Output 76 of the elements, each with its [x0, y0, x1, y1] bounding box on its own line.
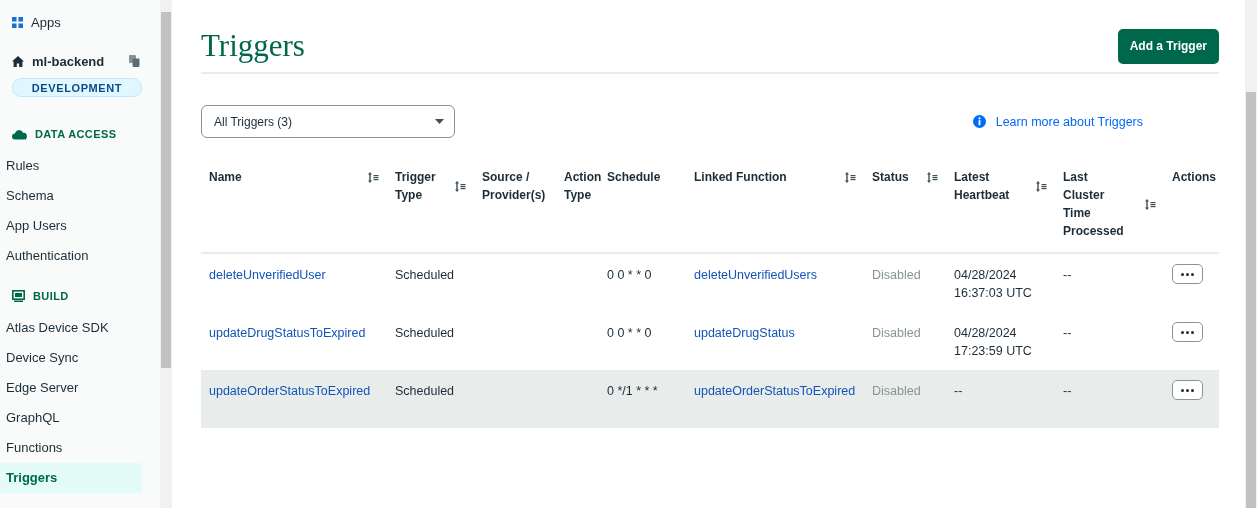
sidebar-item[interactable]: Schema	[0, 181, 142, 211]
column-header: Source / Provider(s)	[482, 169, 547, 204]
more-actions-button[interactable]	[1172, 322, 1203, 342]
table-cell: Scheduled	[395, 384, 455, 398]
section-heading: DATA ACCESS	[35, 128, 117, 140]
status-text: Disabled	[872, 384, 921, 398]
page-title: Triggers	[201, 28, 305, 64]
ellipsis-icon	[1181, 272, 1194, 276]
monitor-icon	[12, 290, 25, 302]
function-link[interactable]: updateOrderStatusToExpired	[694, 384, 856, 398]
table-cell: Scheduled	[395, 326, 455, 340]
sidebar-item[interactable]: Rules	[0, 151, 142, 181]
sort-icon[interactable]	[1145, 198, 1156, 210]
apps-link[interactable]: Apps	[31, 14, 61, 30]
app-name: ml-backend	[32, 53, 105, 69]
table-cell: --	[1063, 326, 1072, 340]
more-actions-button[interactable]	[1172, 380, 1203, 400]
environment-badge: DEVELOPMENT	[12, 78, 142, 97]
column-header[interactable]: Name	[209, 168, 242, 186]
scrollbar[interactable]	[1245, 0, 1257, 508]
table-cell: --	[1063, 384, 1072, 398]
scrollbar-thumb[interactable]	[1246, 92, 1256, 508]
function-link[interactable]: deleteUnverifiedUsers	[694, 268, 817, 282]
home-icon	[12, 55, 24, 67]
caret-icon	[435, 119, 444, 124]
sidebar-item[interactable]: Atlas Device SDK	[0, 313, 142, 343]
section-heading: BUILD	[33, 290, 69, 302]
table-row[interactable]: deleteUnverifiedUser Scheduled 0 0 * * 0 deleteUnverifiedUsers Disabled 04/28/2024 16:37:03 UTC --	[201, 254, 1219, 312]
cloud-icon	[12, 128, 27, 140]
ellipsis-icon	[1181, 330, 1194, 334]
add-trigger-button[interactable]: Add a Trigger	[1117, 28, 1219, 64]
column-header[interactable]: Linked Function	[694, 168, 787, 186]
sort-icon[interactable]	[845, 171, 856, 183]
sidebar-item[interactable]: Authentication	[0, 241, 142, 271]
trigger-name-link[interactable]: updateOrderStatusToExpired	[209, 384, 371, 398]
column-header: Action Type	[564, 169, 602, 204]
table-row[interactable]: updateDrugStatusToExpired Scheduled 0 0 * * 0 updateDrugStatus Disabled 04/28/2024 17:23:59 UTC --	[201, 312, 1219, 370]
copy-icon[interactable]	[129, 55, 140, 67]
info-icon	[972, 115, 986, 128]
sidebar-item[interactable]: Functions	[0, 433, 142, 463]
sidebar-item[interactable]: Device Sync	[0, 343, 142, 373]
status-text: Disabled	[872, 268, 921, 282]
more-actions-button[interactable]	[1172, 264, 1203, 284]
scrollbar-thumb[interactable]	[161, 12, 171, 368]
table-cell: 0 0 * * 0	[607, 268, 652, 282]
sidebar-item[interactable]: Triggers	[0, 463, 142, 493]
learn-more-link[interactable]: Learn more about Triggers	[995, 114, 1143, 129]
sort-icon[interactable]	[1036, 180, 1047, 192]
sort-icon[interactable]	[455, 180, 466, 192]
table-cell-text: 04/28/2024 17:23:59 UTC	[954, 325, 1033, 360]
sort-icon[interactable]	[368, 171, 379, 183]
column-header[interactable]: Last Cluster Time Processed	[1063, 168, 1129, 240]
table-cell-text: 04/28/2024 16:37:03 UTC	[954, 267, 1033, 302]
highlighted-table-row[interactable]: updateOrderStatusToExpired Scheduled 0 */1 * * * updateOrderStatusToExpired Disabled -- --	[201, 370, 1219, 428]
trigger-name-link[interactable]: deleteUnverifiedUser	[209, 268, 326, 282]
table-cell-text: --	[954, 383, 964, 400]
sidebar-item[interactable]: App Users	[0, 211, 142, 241]
column-header[interactable]: Status	[872, 168, 909, 186]
column-header[interactable]: Trigger Type	[395, 168, 436, 204]
column-header[interactable]: Latest Heartbeat	[954, 168, 1026, 204]
sidebar-item[interactable]: Edge Server	[0, 373, 142, 403]
sidebar-item[interactable]: GraphQL	[0, 403, 142, 433]
status-text: Disabled	[872, 326, 921, 340]
function-link[interactable]: updateDrugStatus	[694, 326, 795, 340]
apps-icon	[12, 16, 23, 28]
scrollbar[interactable]	[160, 0, 172, 508]
table-cell: 0 */1 * * *	[607, 384, 658, 398]
column-header: Actions	[1172, 169, 1216, 186]
column-header: Schedule	[607, 169, 661, 186]
table-cell: Scheduled	[395, 268, 455, 282]
sort-icon[interactable]	[927, 171, 938, 183]
table-cell: --	[1063, 268, 1072, 282]
trigger-name-link[interactable]: updateDrugStatusToExpired	[209, 326, 366, 340]
ellipsis-icon	[1181, 388, 1194, 392]
table-cell: 0 0 * * 0	[607, 326, 652, 340]
trigger-filter-dropdown[interactable]: All Triggers (3)	[201, 105, 455, 138]
